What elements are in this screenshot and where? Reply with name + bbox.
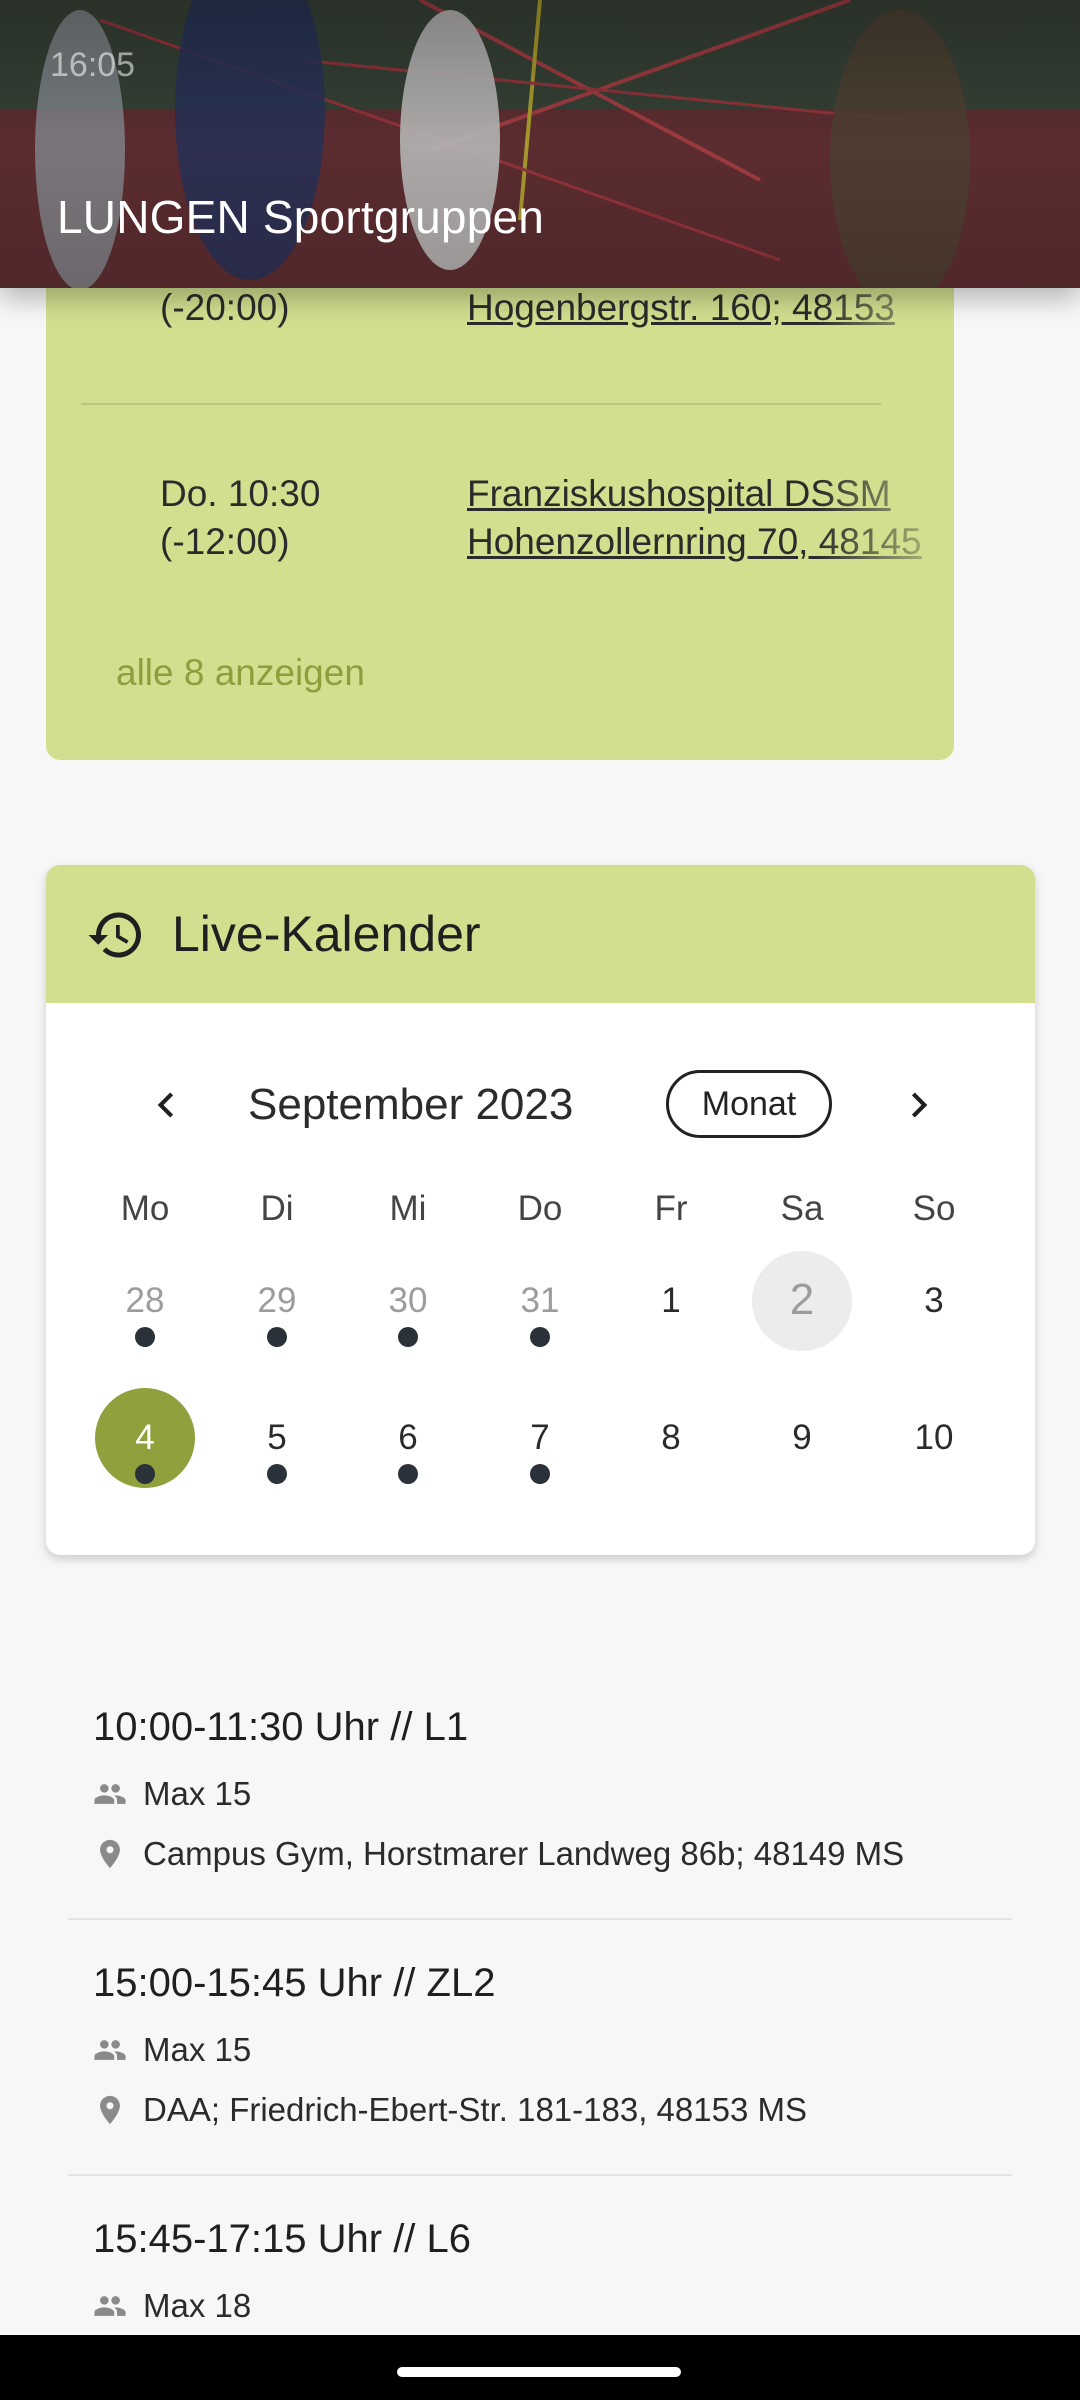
- calendar-header: Live-Kalender: [46, 865, 1035, 1003]
- event-capacity: Max 15: [93, 1775, 251, 1813]
- location-time: (-20:00): [160, 287, 290, 328]
- calendar-title: Live-Kalender: [172, 906, 481, 962]
- group-icon: [94, 2296, 126, 2316]
- weekday-label: Mi: [389, 1189, 427, 1228]
- weekday-label: Mo: [120, 1189, 170, 1228]
- home-gesture-handle[interactable]: [397, 2367, 681, 2377]
- event-indicator-dot: [267, 1464, 287, 1484]
- event-location: DAA; Friedrich-Ebert-Str. 181-183, 48153…: [93, 2091, 807, 2129]
- calendar-day[interactable]: 7: [485, 1394, 595, 1494]
- weekday-label: Fr: [654, 1189, 688, 1228]
- weekday-label: Do: [517, 1189, 563, 1228]
- calendar-day[interactable]: 9: [747, 1394, 857, 1494]
- show-all-link[interactable]: alle 8 anzeigen: [116, 652, 365, 694]
- location-address-link[interactable]: Hogenbergstr. 160; 48153: [467, 284, 954, 332]
- event-title: 10:00-11:30 Uhr // L1: [93, 1705, 469, 1749]
- event-title: 15:00-15:45 Uhr // ZL2: [93, 1961, 496, 2005]
- calendar-day[interactable]: 30: [353, 1257, 463, 1357]
- page-title: LUNGEN Sportgruppen: [57, 191, 545, 243]
- calendar-day[interactable]: 4: [90, 1388, 200, 1494]
- calendar-day[interactable]: 31: [485, 1257, 595, 1357]
- calendar-day[interactable]: 2: [747, 1251, 857, 1357]
- location-pin-icon: [100, 1839, 120, 1869]
- group-icon: [94, 1784, 126, 1804]
- event-indicator-dot: [398, 1327, 418, 1347]
- chevron-right-icon[interactable]: [894, 1080, 944, 1130]
- calendar-day-number: 7: [530, 1418, 550, 1457]
- calendar-day[interactable]: 29: [222, 1257, 332, 1357]
- calendar-day-number: 9: [792, 1418, 812, 1457]
- calendar-day-number: 3: [924, 1281, 944, 1320]
- calendar-day-number: 30: [388, 1281, 428, 1320]
- weekday-label: Sa: [780, 1189, 824, 1228]
- event-location-text: Campus Gym, Horstmarer Landweg 86b; 4814…: [143, 1835, 905, 1872]
- status-time: 16:05: [50, 46, 136, 84]
- calendar-day-number: 4: [135, 1418, 155, 1457]
- view-format-button[interactable]: Monat: [666, 1070, 832, 1138]
- divider: [81, 403, 881, 405]
- event-capacity: Max 18: [93, 2287, 251, 2325]
- event-indicator-dot: [135, 1464, 155, 1484]
- divider: [68, 2174, 1012, 2176]
- weekday-label: Di: [260, 1189, 294, 1228]
- calendar-day-number: 8: [661, 1418, 681, 1457]
- calendar-day[interactable]: 28: [90, 1257, 200, 1357]
- event-indicator-dot: [267, 1327, 287, 1347]
- divider: [68, 1918, 1012, 1920]
- calendar-day-number: 10: [914, 1418, 954, 1457]
- location-time: Do. 10:30 (-12:00): [160, 473, 321, 562]
- event-indicator-dot: [530, 1327, 550, 1347]
- event-capacity-text: Max 15: [143, 1775, 252, 1812]
- calendar-day[interactable]: 1: [616, 1257, 726, 1357]
- event-location-text: DAA; Friedrich-Ebert-Str. 181-183, 48153…: [143, 2091, 807, 2128]
- app-header: 16:05 LUNGEN Sportgruppen: [0, 0, 1080, 288]
- calendar-day-number: 29: [257, 1281, 297, 1320]
- event-capacity: Max 15: [93, 2031, 251, 2069]
- header-tint: [0, 0, 1080, 288]
- calendar-day-number: 2: [789, 1275, 815, 1324]
- calendar-day[interactable]: 8: [616, 1394, 726, 1494]
- calendar-day-number: 6: [398, 1418, 418, 1457]
- history-icon: [88, 912, 141, 958]
- month-label: September 2023: [248, 1080, 574, 1129]
- location-pin-icon: [100, 2095, 120, 2125]
- location-address-link[interactable]: Franziskushospital DSSM Hohenzollernring…: [467, 470, 954, 566]
- live-calendar-card: Live-Kalender September 2023 Monat Mo Di…: [46, 865, 1035, 1555]
- calendar-day-number: 5: [267, 1418, 287, 1457]
- event-indicator-dot: [135, 1327, 155, 1347]
- chevron-left-icon[interactable]: [141, 1080, 191, 1130]
- event-title: 15:45-17:15 Uhr // L6: [93, 2217, 472, 2261]
- event-indicator-dot: [398, 1464, 418, 1484]
- calendar-day-number: 28: [125, 1281, 165, 1320]
- calendar-day[interactable]: 5: [222, 1394, 332, 1494]
- group-icon: [94, 2040, 126, 2060]
- calendar-day[interactable]: 6: [353, 1394, 463, 1494]
- calendar-day[interactable]: 3: [879, 1257, 989, 1357]
- calendar-day[interactable]: 10: [879, 1394, 989, 1494]
- weekday-label: So: [912, 1189, 956, 1228]
- calendar-day-number: 1: [661, 1281, 681, 1320]
- event-capacity-text: Max 15: [143, 2031, 252, 2068]
- event-location: Campus Gym, Horstmarer Landweg 86b; 4814…: [93, 1835, 904, 1873]
- calendar-day-number: 31: [520, 1281, 560, 1320]
- event-capacity-text: Max 18: [143, 2287, 252, 2324]
- event-indicator-dot: [530, 1464, 550, 1484]
